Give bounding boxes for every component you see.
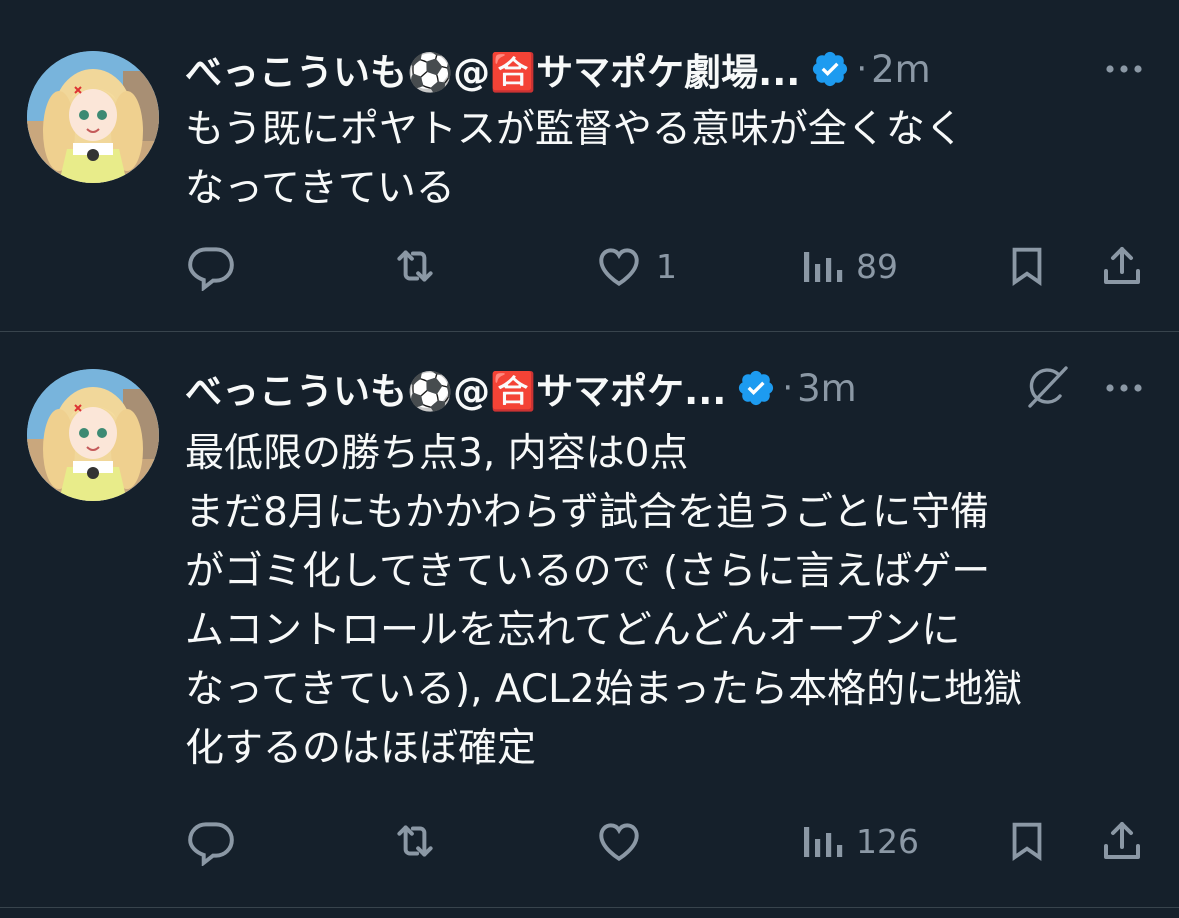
tweet-text-line: がゴミ化してきているので (さらに言えばゲー — [185, 549, 991, 594]
verified-badge-icon — [810, 49, 850, 89]
reply-icon — [186, 241, 236, 291]
more-dots-icon[interactable] — [1102, 59, 1146, 79]
tweet-divider — [0, 907, 1179, 908]
bookmark-button[interactable] — [1004, 236, 1050, 296]
like-count: 1 — [656, 246, 677, 286]
heart-icon — [594, 241, 644, 291]
verified-badge-icon — [736, 368, 776, 408]
heart-icon — [594, 816, 644, 866]
tweet-text-line: ムコントロールを忘れてどんどんオープンに — [185, 608, 961, 653]
bookmark-icon — [1004, 241, 1050, 291]
tweet-text: もう既にポヤトスが監督やる意味が全くなく なってきている — [185, 100, 1145, 218]
views-chart-icon — [800, 241, 844, 291]
tweet-text: 最低限の勝ち点3, 内容は0点 まだ8月にもかかわらず試合を追うごとに守備 がゴ… — [185, 424, 1145, 778]
share-button[interactable] — [1098, 236, 1146, 296]
repost-icon — [388, 816, 442, 866]
grok-icon[interactable] — [1022, 362, 1072, 412]
more-dots-icon[interactable] — [1102, 378, 1146, 398]
bookmark-button[interactable] — [1004, 811, 1050, 871]
reply-button[interactable] — [186, 811, 248, 871]
tweet-header: べっこういも⚽@🈴サマポケ... · 3m — [185, 366, 857, 414]
share-icon — [1098, 816, 1146, 866]
like-button[interactable]: 1 — [594, 236, 677, 296]
tweet-text-line: もう既にポヤトスが監督やる意味が全くなく — [185, 107, 964, 152]
avatar[interactable] — [27, 369, 159, 501]
tweet-text-line: なってきている — [185, 166, 455, 211]
display-name[interactable]: べっこういも⚽@🈴サマポケ劇場... — [185, 42, 800, 96]
like-button[interactable] — [594, 811, 656, 871]
repost-button[interactable] — [388, 811, 454, 871]
tweet-text-line: 最低限の勝ち点3, 内容は0点 — [185, 431, 689, 476]
share-icon — [1098, 241, 1146, 291]
tweet-text-line: 化するのはほぼ確定 — [185, 726, 537, 771]
timestamp[interactable]: 3m — [797, 367, 857, 410]
bookmark-icon — [1004, 816, 1050, 866]
tweet-text-line: なってきている), ACL2始まったら本格的に地獄 — [185, 667, 1023, 712]
share-button[interactable] — [1098, 811, 1146, 871]
action-bar: 1 89 — [0, 236, 1179, 296]
tweet-header: べっこういも⚽@🈴サマポケ劇場... · 2m — [185, 47, 931, 95]
separator-dot: · — [856, 49, 868, 89]
tweet[interactable]: べっこういも⚽@🈴サマポケ劇場... · 2m もう既にポヤトスが監督やる意味が… — [0, 0, 1179, 331]
reply-button[interactable] — [186, 236, 248, 296]
views-count: 89 — [856, 246, 898, 286]
repost-icon — [388, 241, 442, 291]
reply-icon — [186, 816, 236, 866]
tweet-text-line: まだ8月にもかかわらず試合を追うごとに守備 — [185, 490, 990, 535]
views-count: 126 — [856, 821, 919, 861]
views-button[interactable]: 89 — [800, 236, 898, 296]
tweet[interactable]: べっこういも⚽@🈴サマポケ... · 3m 最低限の勝ち点3, 内容は0点 まだ… — [0, 332, 1179, 907]
separator-dot: · — [782, 368, 794, 408]
repost-button[interactable] — [388, 236, 454, 296]
avatar[interactable] — [27, 51, 159, 183]
display-name[interactable]: べっこういも⚽@🈴サマポケ... — [185, 361, 726, 415]
action-bar: 126 — [0, 811, 1179, 871]
timestamp[interactable]: 2m — [871, 48, 931, 91]
views-button[interactable]: 126 — [800, 811, 919, 871]
views-chart-icon — [800, 816, 844, 866]
